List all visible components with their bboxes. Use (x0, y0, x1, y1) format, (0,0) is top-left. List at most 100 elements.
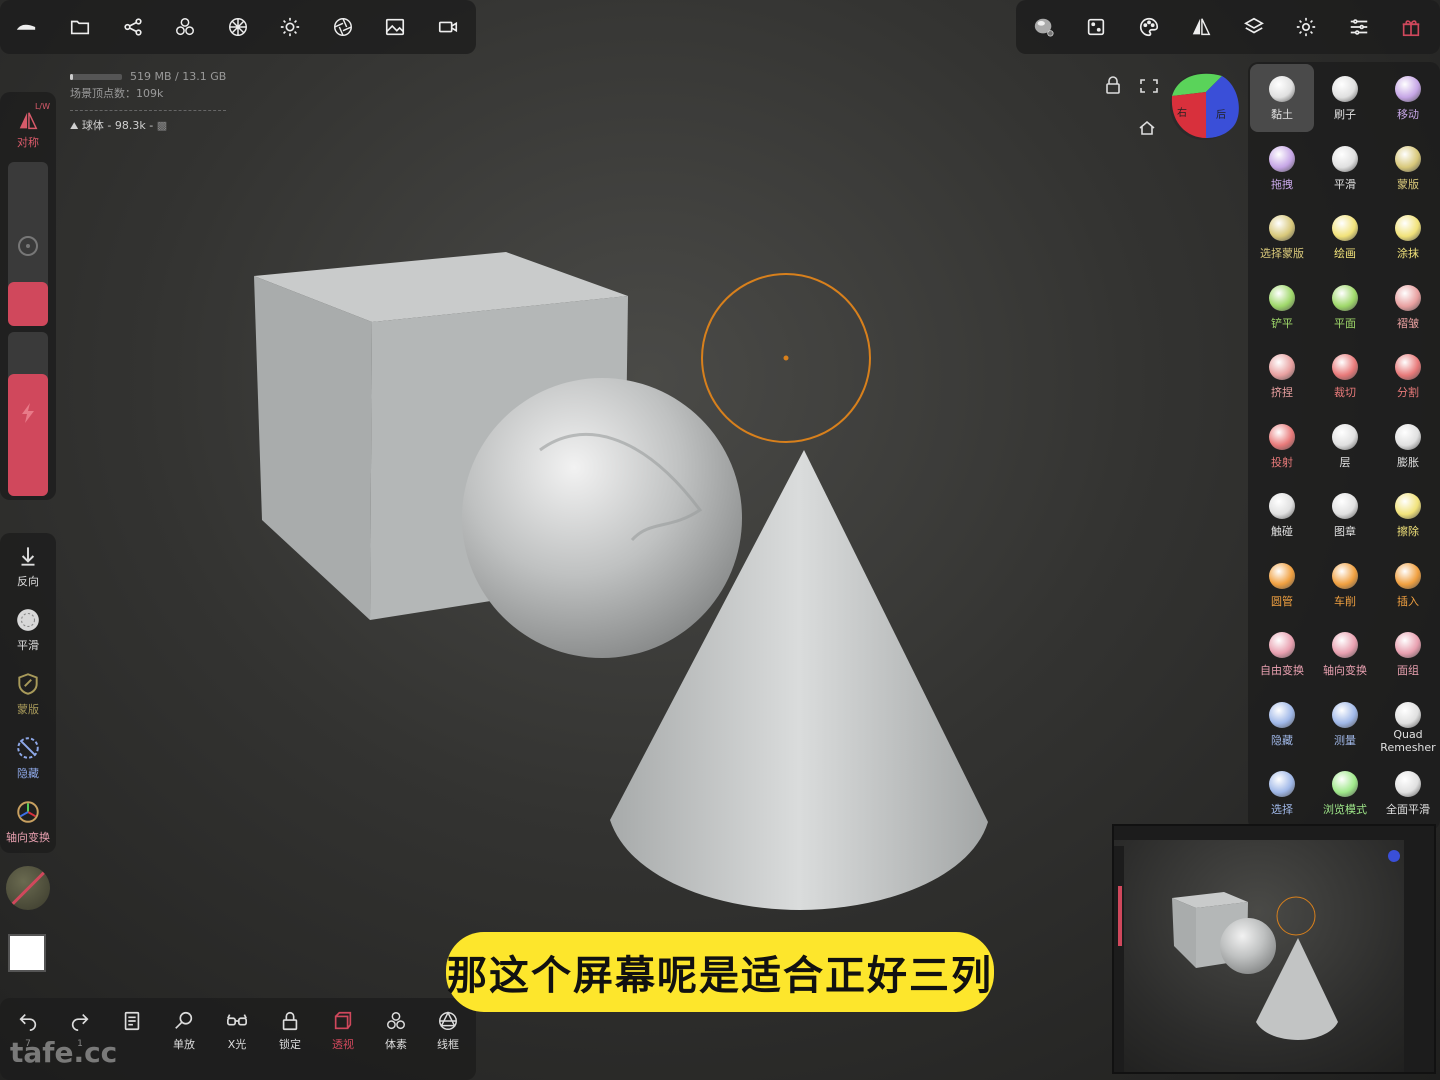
expand-icon[interactable] (1140, 79, 1158, 93)
voxel-button[interactable]: 体素 (370, 1006, 422, 1052)
tool-icon (1395, 423, 1421, 450)
tool-label: 蒙版 (1397, 177, 1419, 191)
tool-25[interactable]: 轴向变换 (1313, 620, 1377, 688)
tool-14[interactable]: 分割 (1376, 342, 1440, 410)
left-tool-label: 反向 (17, 575, 39, 588)
solo-label: 单放 (173, 1038, 195, 1051)
tool-15[interactable]: 投射 (1250, 412, 1314, 480)
hide-button[interactable]: 隐藏 (0, 735, 56, 781)
tool-label: 黏土 (1271, 108, 1293, 121)
tool-13[interactable]: 裁切 (1313, 342, 1377, 410)
tool-10[interactable]: 平面 (1313, 273, 1377, 341)
tool-18[interactable]: 触碰 (1250, 481, 1314, 549)
tool-4[interactable]: 平滑 (1313, 134, 1377, 202)
tool-27[interactable]: 隐藏 (1250, 690, 1314, 758)
tool-32[interactable]: 全面平滑 (1376, 759, 1440, 827)
xray-button[interactable]: X光 (211, 1006, 263, 1052)
invert-button[interactable]: 反向 (0, 543, 56, 589)
tool-icon (1332, 284, 1358, 311)
tool-label: 面组 (1397, 664, 1419, 677)
tool-19[interactable]: 图章 (1313, 481, 1377, 549)
tool-icon (1395, 771, 1421, 797)
tool-icon (1395, 354, 1421, 380)
tool-icon (1269, 632, 1295, 658)
material-swatch[interactable] (6, 866, 50, 910)
notes-button[interactable] (106, 1006, 158, 1036)
tool-icon (1332, 771, 1358, 797)
undo-icon (19, 1013, 37, 1031)
tool-29[interactable]: Quad Remesher (1376, 690, 1440, 758)
tool-16[interactable]: 层 (1313, 412, 1377, 480)
tool-label: 车削 (1334, 594, 1356, 608)
tool-1[interactable]: 刷子 (1313, 64, 1377, 132)
tool-label: 选择 (1271, 803, 1293, 816)
tool-label: 裁切 (1334, 386, 1356, 399)
tool-28[interactable]: 测量 (1313, 690, 1377, 758)
tool-label: 图章 (1334, 525, 1356, 538)
tool-label: 浏览模式 (1323, 803, 1367, 816)
hide-icon (17, 737, 39, 759)
wireframe-button[interactable]: 线框 (422, 1006, 474, 1052)
tool-0[interactable]: 黏土 (1250, 64, 1314, 132)
lock-icon[interactable] (1106, 76, 1120, 94)
tool-5[interactable]: 蒙版 (1376, 134, 1440, 202)
symmetry-button[interactable]: L/W 对称 (4, 98, 52, 154)
tool-label: 铲平 (1271, 316, 1293, 330)
perspective-button[interactable]: 透视 (317, 1006, 369, 1052)
tool-icon (1395, 284, 1421, 311)
tool-icon (1395, 632, 1421, 658)
tool-label: 选择蒙版 (1260, 247, 1304, 260)
tool-9[interactable]: 铲平 (1250, 273, 1314, 341)
left-tool-label: 隐藏 (17, 767, 39, 780)
home-icon[interactable] (1139, 120, 1155, 135)
brush-cursor-center (783, 355, 789, 361)
left-tool-label: 蒙版 (17, 703, 39, 716)
notes-icon (124, 1011, 140, 1031)
tool-2[interactable]: 移动 (1376, 64, 1440, 132)
tool-icon (1395, 493, 1421, 519)
tool-label: 擦除 (1397, 525, 1419, 538)
tool-30[interactable]: 选择 (1250, 759, 1314, 827)
tool-icon (1332, 354, 1358, 380)
tool-label: 膨胀 (1397, 455, 1419, 469)
solo-button[interactable]: 单放 (158, 1006, 210, 1052)
tool-label: 移动 (1397, 108, 1419, 121)
tool-22[interactable]: 车削 (1313, 551, 1377, 619)
color-swatch[interactable] (8, 934, 46, 972)
tool-21[interactable]: 圆管 (1250, 551, 1314, 619)
arrow-down-icon (21, 547, 35, 566)
tool-11[interactable]: 褶皱 (1376, 273, 1440, 341)
symmetry-badge: L/W (34, 102, 50, 111)
axis-transform-button[interactable]: 轴向变换 (0, 799, 56, 845)
tool-12[interactable]: 挤捏 (1250, 342, 1314, 410)
tool-label: 分割 (1397, 386, 1419, 399)
mask-button[interactable]: 蒙版 (0, 671, 56, 717)
tool-7[interactable]: 绘画 (1313, 203, 1377, 271)
tool-26[interactable]: 面组 (1376, 620, 1440, 688)
lock-button[interactable]: 锁定 (264, 1006, 316, 1052)
tool-icon (1332, 215, 1358, 241)
tool-6[interactable]: 选择蒙版 (1250, 203, 1314, 271)
tool-icon (1269, 284, 1295, 311)
picture-in-picture-preview (1112, 824, 1436, 1074)
tool-label: 测量 (1334, 733, 1356, 747)
tool-label: 层 (1339, 455, 1351, 469)
tool-31[interactable]: 浏览模式 (1313, 759, 1377, 827)
tool-icon (1395, 145, 1421, 172)
tool-3[interactable]: 拖拽 (1250, 134, 1314, 202)
tool-20[interactable]: 擦除 (1376, 481, 1440, 549)
subtitle-caption: 那这个屏幕呢是适合正好三列 (446, 932, 994, 1012)
tool-8[interactable]: 涂抹 (1376, 203, 1440, 271)
pip-scene (1114, 826, 1434, 1072)
tool-23[interactable]: 插入 (1376, 551, 1440, 619)
tool-label: 平滑 (1334, 177, 1356, 191)
tool-24[interactable]: 自由变换 (1250, 620, 1314, 688)
smooth-button[interactable]: 平滑 (0, 607, 56, 653)
tool-icon (1332, 701, 1358, 728)
view-gizmo-cube[interactable] (1170, 72, 1239, 140)
symmetry-label: 对称 (17, 136, 39, 149)
tool-17[interactable]: 膨胀 (1376, 412, 1440, 480)
intensity-slider-fill (8, 374, 48, 496)
tool-label: 自由变换 (1260, 664, 1304, 677)
tool-icon (1332, 562, 1358, 589)
